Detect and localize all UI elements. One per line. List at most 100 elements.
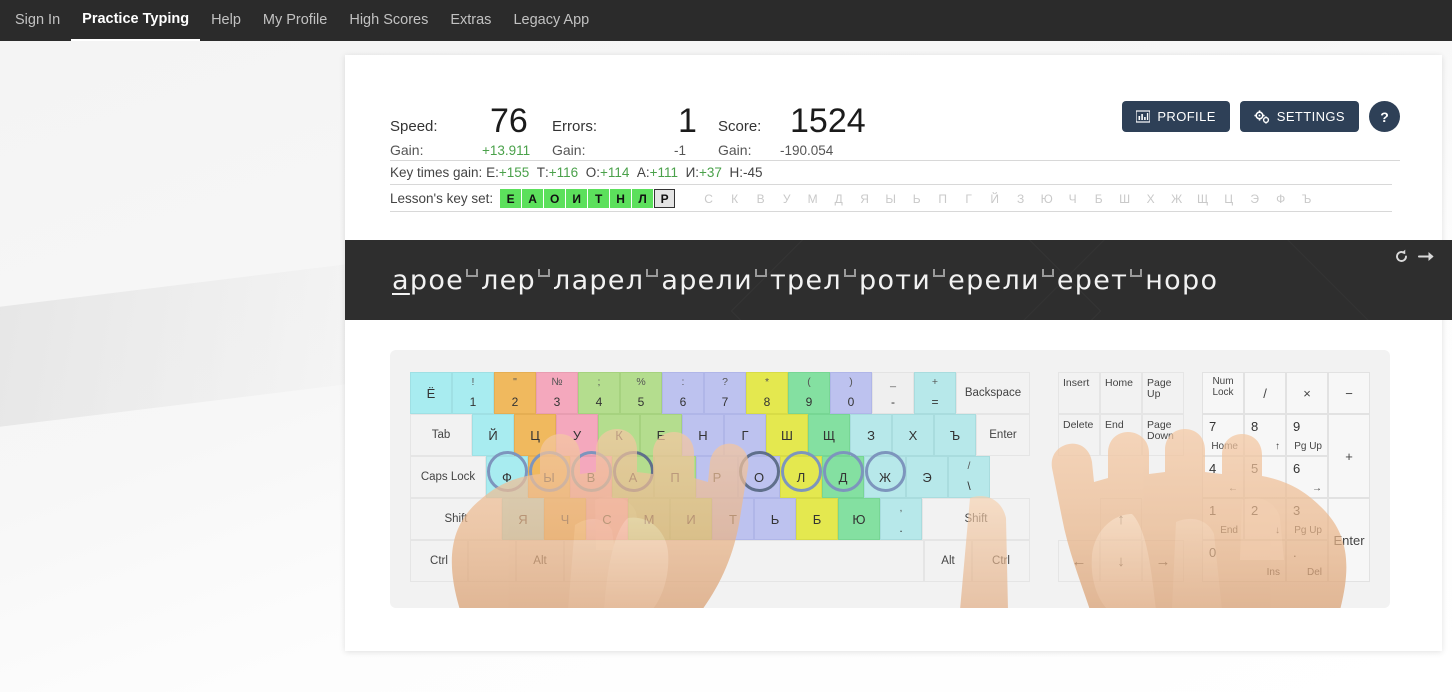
key-ю[interactable]: Ю	[838, 498, 880, 540]
key-ь[interactable]: Ь	[754, 498, 796, 540]
key-=[interactable]: + =	[914, 372, 956, 414]
numpad-key-9[interactable]: 9 Pg Up	[1286, 414, 1328, 456]
key-8[interactable]: * 8	[746, 372, 788, 414]
numpad-key-2[interactable]: 2 ↓	[1244, 498, 1286, 540]
reset-icon[interactable]	[1393, 248, 1410, 265]
settings-button[interactable]: SETTINGS	[1239, 101, 1359, 132]
key-end[interactable]: End	[1100, 414, 1142, 456]
nav-item-help[interactable]: Help	[200, 0, 252, 41]
key-alt[interactable]: Alt	[924, 540, 972, 582]
key-arrow-down[interactable]: ↓	[1100, 540, 1142, 582]
key-arrow-right[interactable]: →	[1142, 540, 1184, 582]
key-ж[interactable]: Ж	[864, 451, 906, 498]
numpad-key-.[interactable]: . Del	[1286, 540, 1328, 582]
numpad-key-5[interactable]: 5	[1244, 456, 1286, 498]
key-2[interactable]: " 2	[494, 372, 536, 414]
key-5[interactable]: % 5	[620, 372, 662, 414]
profile-button[interactable]: PROFILE	[1122, 101, 1230, 132]
key-е[interactable]: Е	[640, 414, 682, 456]
key-home[interactable]: Home	[1100, 372, 1142, 414]
key-п[interactable]: П	[654, 456, 696, 498]
key--[interactable]: _ -	[872, 372, 914, 414]
keyset-key-active[interactable]: Т	[588, 189, 610, 208]
key-т[interactable]: Т	[712, 498, 754, 540]
key-9[interactable]: (9	[788, 372, 830, 414]
key-р[interactable]: Р	[696, 456, 738, 498]
nav-item-legacy-app[interactable]: Legacy App	[502, 0, 600, 41]
nav-item-practice-typing[interactable]: Practice Typing	[71, 0, 201, 41]
key-х[interactable]: Х	[892, 414, 934, 456]
key-ъ[interactable]: Ъ	[934, 414, 976, 456]
key-э[interactable]: Э	[906, 456, 948, 498]
key-7[interactable]: ? 7	[704, 372, 746, 414]
key-к[interactable]: К	[598, 414, 640, 456]
keyset-key-active[interactable]: Н	[610, 189, 632, 208]
key-1[interactable]: ! 1	[452, 372, 494, 414]
key-blank[interactable]	[564, 540, 924, 582]
key-arrow-left[interactable]: ←	[1058, 540, 1100, 582]
key-й[interactable]: Й	[472, 414, 514, 456]
key-enter[interactable]: Enter	[976, 414, 1030, 456]
key-page-down[interactable]: Page Down	[1142, 414, 1184, 456]
key-я[interactable]: Я	[502, 498, 544, 540]
key-shift[interactable]: Shift	[922, 498, 1030, 540]
key-д[interactable]: Д	[822, 451, 864, 498]
key-ctrl[interactable]: Ctrl	[972, 540, 1030, 582]
key-ctrl[interactable]: Ctrl	[410, 540, 468, 582]
key-з[interactable]: З	[850, 414, 892, 456]
numpad-key-6[interactable]: 6 →	[1286, 456, 1328, 498]
key-ч[interactable]: Ч	[544, 498, 586, 540]
key-а[interactable]: А	[612, 451, 654, 498]
nav-item-high-scores[interactable]: High Scores	[338, 0, 439, 41]
keyset-key-active[interactable]: Е	[500, 189, 522, 208]
key-\[interactable]: / \	[948, 456, 990, 498]
key-у[interactable]: У	[556, 414, 598, 456]
key-м[interactable]: М	[628, 498, 670, 540]
key-ё[interactable]: Ё	[410, 372, 452, 414]
key-ш[interactable]: Ш	[766, 414, 808, 456]
key-insert[interactable]: Insert	[1058, 372, 1100, 414]
numpad-key-enter[interactable]: Enter	[1328, 498, 1370, 582]
numpad-key-8[interactable]: 8 ↑	[1244, 414, 1286, 456]
key-ц[interactable]: Ц	[514, 414, 556, 456]
keyset-key-active[interactable]: А	[522, 189, 544, 208]
key-б[interactable]: Б	[796, 498, 838, 540]
help-button[interactable]: ?	[1369, 101, 1400, 132]
key-alt[interactable]: Alt	[516, 540, 564, 582]
numpad-key-/[interactable]: /	[1244, 372, 1286, 414]
numpad-key-1[interactable]: 1 End	[1202, 498, 1244, 540]
key-0[interactable]: ) 0	[830, 372, 872, 414]
numpad-key-7[interactable]: 7 Home	[1202, 414, 1244, 456]
numpad-key-+[interactable]: +	[1328, 414, 1370, 498]
numpad-key-4[interactable]: 4 ←	[1202, 456, 1244, 498]
key-caps-lock[interactable]: Caps Lock	[410, 456, 486, 498]
key-ф[interactable]: Ф	[486, 451, 528, 498]
key-3[interactable]: № 3	[536, 372, 578, 414]
nav-item-sign-in[interactable]: Sign In	[4, 0, 71, 41]
numpad-key-3[interactable]: 3 Pg Up	[1286, 498, 1328, 540]
key-ы[interactable]: Ы	[528, 451, 570, 498]
numpad-key-num-lock[interactable]: Num Lock	[1202, 372, 1244, 414]
key-tab[interactable]: Tab	[410, 414, 472, 456]
next-arrow-icon[interactable]	[1417, 248, 1436, 265]
key-с[interactable]: С	[586, 498, 628, 540]
keyset-key-current[interactable]: Р	[654, 189, 676, 208]
numpad-key-×[interactable]: ×	[1286, 372, 1328, 414]
key-arrow-up[interactable]: ↑	[1100, 498, 1142, 540]
key-delete[interactable]: Delete	[1058, 414, 1100, 456]
key-г[interactable]: Г	[724, 414, 766, 456]
key-и[interactable]: И	[670, 498, 712, 540]
key-6[interactable]: :6	[662, 372, 704, 414]
keyset-key-active[interactable]: О	[544, 189, 566, 208]
key-shift[interactable]: Shift	[410, 498, 502, 540]
key-page-up[interactable]: Page Up	[1142, 372, 1184, 414]
key-4[interactable]: ; 4	[578, 372, 620, 414]
key-в[interactable]: В	[570, 451, 612, 498]
key-backspace[interactable]: Backspace	[956, 372, 1030, 414]
key-щ[interactable]: Щ	[808, 414, 850, 456]
key-о[interactable]: О	[738, 451, 780, 498]
nav-item-my-profile[interactable]: My Profile	[252, 0, 338, 41]
key-blank[interactable]	[468, 540, 516, 582]
keyset-key-active[interactable]: Л	[632, 189, 654, 208]
key-н[interactable]: Н	[682, 414, 724, 456]
